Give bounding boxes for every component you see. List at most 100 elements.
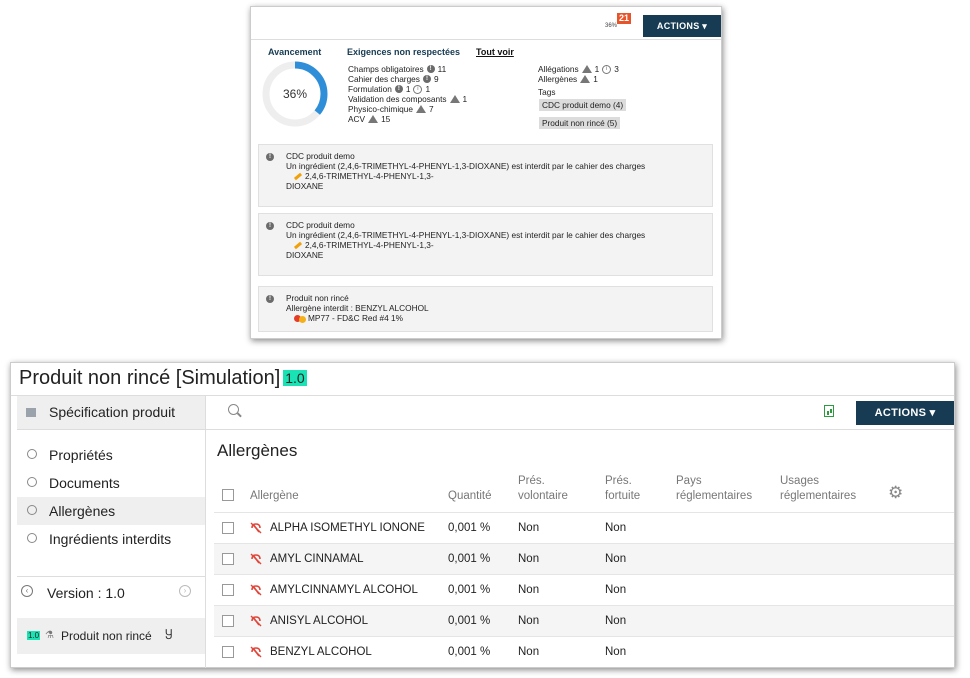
specification-icon bbox=[26, 408, 36, 417]
message-source: Produit non rincé bbox=[286, 293, 349, 303]
allergen-name[interactable]: BENZYL ALCOHOL bbox=[270, 646, 372, 658]
requirement-message[interactable]: ! CDC produit demo Un ingrédient (2,4,6-… bbox=[258, 144, 713, 207]
table-row[interactable]: ANISYL ALCOHOL 0,001 % Non Non bbox=[214, 605, 954, 637]
page-title: Produit non rincé [Simulation] 1.0 bbox=[19, 367, 307, 390]
issue-label: Allergènes bbox=[538, 74, 578, 84]
row-checkbox[interactable] bbox=[222, 553, 234, 565]
table-row[interactable]: AMYLCINNAMYL ALCOHOL 0,001 % Non Non bbox=[214, 574, 954, 606]
fortuitous-presence: Non bbox=[605, 584, 627, 596]
col-countries[interactable]: Pays réglementaires bbox=[676, 474, 752, 504]
table-row[interactable]: ALPHA ISOMETHYL IONONE 0,001 % Non Non bbox=[214, 512, 954, 544]
issue-label: Cahier des charges bbox=[348, 74, 420, 84]
message-detail-line2: DIOXANE bbox=[286, 250, 324, 260]
row-checkbox[interactable] bbox=[222, 615, 234, 627]
issue-item[interactable]: Physico-chimique 7 bbox=[348, 104, 467, 114]
issue-label: Formulation bbox=[348, 84, 392, 94]
issue-item[interactable]: Formulation! 1 i 1 bbox=[348, 84, 467, 94]
version-nav: ‹ Version : 1.0 › bbox=[17, 576, 205, 607]
issue-item[interactable]: Allergènes 1 bbox=[538, 74, 619, 84]
issue-label: Validation des composants bbox=[348, 94, 447, 104]
allergen-name[interactable]: AMYLCINNAMYL ALCOHOL bbox=[270, 584, 418, 596]
message-text: Un ingrédient (2,4,6-TRIMETHYL-4-PHENYL-… bbox=[286, 161, 646, 171]
issue-item[interactable]: Champs obligatoires! 11 bbox=[348, 64, 467, 74]
sidebar-item-documents[interactable]: Documents bbox=[17, 469, 205, 497]
version-label: Version : 1.0 bbox=[47, 585, 125, 601]
row-checkbox[interactable] bbox=[222, 522, 234, 534]
actions-button[interactable]: ACTIONS ▾ bbox=[856, 401, 954, 425]
tag-produit-non-rince[interactable]: Produit non rincé (5) bbox=[539, 117, 621, 129]
message-detail[interactable]: 2,4,6-TRIMETHYL-4-PHENYL-1,3- bbox=[305, 240, 434, 250]
allergen-name[interactable]: ANISYL ALCOHOL bbox=[270, 615, 368, 627]
sidebar-item-proprietes[interactable]: Propriétés bbox=[17, 441, 205, 469]
fortuitous-presence: Non bbox=[605, 522, 627, 534]
pencil-icon bbox=[293, 173, 303, 181]
allergen-quantity: 0,001 % bbox=[448, 584, 491, 596]
sidebar: Spécification produit Propriétés Documen… bbox=[17, 396, 205, 663]
table-row[interactable]: AMYL CINNAMAL 0,001 % Non Non bbox=[214, 543, 954, 575]
spreadsheet-export-icon[interactable] bbox=[824, 405, 834, 417]
exclamation-icon: ! bbox=[426, 65, 435, 73]
issues-right-list: Allégations 1 i 3 Allergènes 1 bbox=[538, 64, 619, 84]
requirement-message[interactable]: ! CDC produit demo Un ingrédient (2,4,6-… bbox=[258, 213, 713, 276]
requirement-message[interactable]: ! Produit non rincé Allergène interdit :… bbox=[258, 286, 713, 332]
voluntary-presence: Non bbox=[518, 522, 540, 534]
col-countries-line1: Pays bbox=[676, 475, 702, 487]
allergen-icon bbox=[250, 522, 262, 534]
message-text: Allergène interdit : BENZYL ALCOHOL bbox=[286, 303, 429, 313]
col-quantity[interactable]: Quantité bbox=[448, 489, 491, 504]
search-input[interactable] bbox=[246, 402, 630, 422]
select-all-checkbox[interactable] bbox=[222, 489, 234, 501]
message-detail[interactable]: MP77 - FD&C Red #4 1% bbox=[308, 313, 403, 323]
tag-cdc-produit-demo[interactable]: CDC produit demo (4) bbox=[539, 99, 627, 111]
allergen-name[interactable]: ALPHA ISOMETHYL IONONE bbox=[270, 522, 425, 534]
product-entry[interactable]: 1.0 ⚗ Produit non rincé Ⴘ bbox=[17, 618, 205, 654]
warning-icon bbox=[581, 65, 592, 73]
next-version-icon[interactable]: › bbox=[179, 585, 191, 597]
issue-item[interactable]: ACV 15 bbox=[348, 114, 467, 124]
product-version-badge: 1.0 bbox=[27, 631, 41, 640]
col-usages[interactable]: Usages réglementaires bbox=[780, 474, 856, 504]
col-voluntary[interactable]: Prés. volontaire bbox=[518, 474, 568, 504]
row-checkbox[interactable] bbox=[222, 584, 234, 596]
issues-left-list: Champs obligatoires! 11 Cahier des charges… bbox=[348, 64, 467, 124]
sidebar-item-label: Allergènes bbox=[49, 503, 116, 519]
voluntary-presence: Non bbox=[518, 646, 540, 658]
allergen-name[interactable]: AMYL CINNAMAL bbox=[270, 553, 364, 565]
allergen-icon bbox=[250, 553, 262, 565]
sidebar-item-allergenes[interactable]: Allergènes bbox=[17, 497, 205, 525]
col-fortuitous[interactable]: Prés. fortuite bbox=[605, 474, 640, 504]
sidebar-spec-header[interactable]: Spécification produit bbox=[17, 396, 205, 430]
see-all-link[interactable]: Tout voir bbox=[476, 47, 514, 57]
issue-count: 9 bbox=[433, 74, 439, 84]
product-title: Produit non rincé [Simulation] bbox=[19, 367, 281, 389]
col-allergen[interactable]: Allergène bbox=[250, 489, 299, 504]
popup-actions-button[interactable]: ACTIONS ▾ bbox=[643, 15, 721, 37]
exclamation-icon: ! bbox=[266, 222, 274, 230]
gear-icon[interactable]: ⚙ bbox=[888, 483, 903, 503]
row-checkbox[interactable] bbox=[222, 646, 234, 658]
col-fortuitous-line1: Prés. bbox=[605, 475, 632, 487]
message-source: CDC produit demo bbox=[286, 151, 355, 161]
issue-label: Physico-chimique bbox=[348, 104, 414, 114]
table-row[interactable]: BENZYL ALCOHOL 0,001 % Non Non bbox=[214, 636, 954, 668]
message-text: Un ingrédient (2,4,6-TRIMETHYL-4-PHENYL-… bbox=[286, 230, 646, 240]
fortuitous-presence: Non bbox=[605, 553, 627, 565]
previous-version-icon[interactable]: ‹ bbox=[21, 585, 33, 597]
col-voluntary-line2: volontaire bbox=[518, 490, 568, 502]
issue-item[interactable]: Allégations 1 i 3 bbox=[538, 64, 619, 74]
search-icon[interactable] bbox=[228, 404, 239, 415]
progress-indicator[interactable]: 36% 21 bbox=[605, 13, 632, 33]
sidebar-item-ingredients-interdits[interactable]: Ingrédients interdits bbox=[17, 525, 205, 553]
popup-header: 36% 21 ACTIONS ▾ bbox=[251, 7, 721, 40]
allergens-grid: Allergène Quantité Prés. volontaire Prés… bbox=[214, 467, 954, 667]
issue-item[interactable]: Validation des composants 1 bbox=[348, 94, 467, 104]
issue-item[interactable]: Cahier des charges! 9 bbox=[348, 74, 467, 84]
message-detail[interactable]: 2,4,6-TRIMETHYL-4-PHENYL-1,3- bbox=[305, 171, 434, 181]
sidebar-item-label: Propriétés bbox=[49, 447, 113, 463]
allergen-quantity: 0,001 % bbox=[448, 646, 491, 658]
issues-count-badge: 21 bbox=[617, 13, 632, 24]
formula-icon: ⚗ bbox=[45, 630, 54, 641]
info-icon: i bbox=[602, 64, 612, 74]
sidebar-item-label: Documents bbox=[49, 475, 120, 491]
branch-icon[interactable]: Ⴘ bbox=[165, 628, 173, 642]
